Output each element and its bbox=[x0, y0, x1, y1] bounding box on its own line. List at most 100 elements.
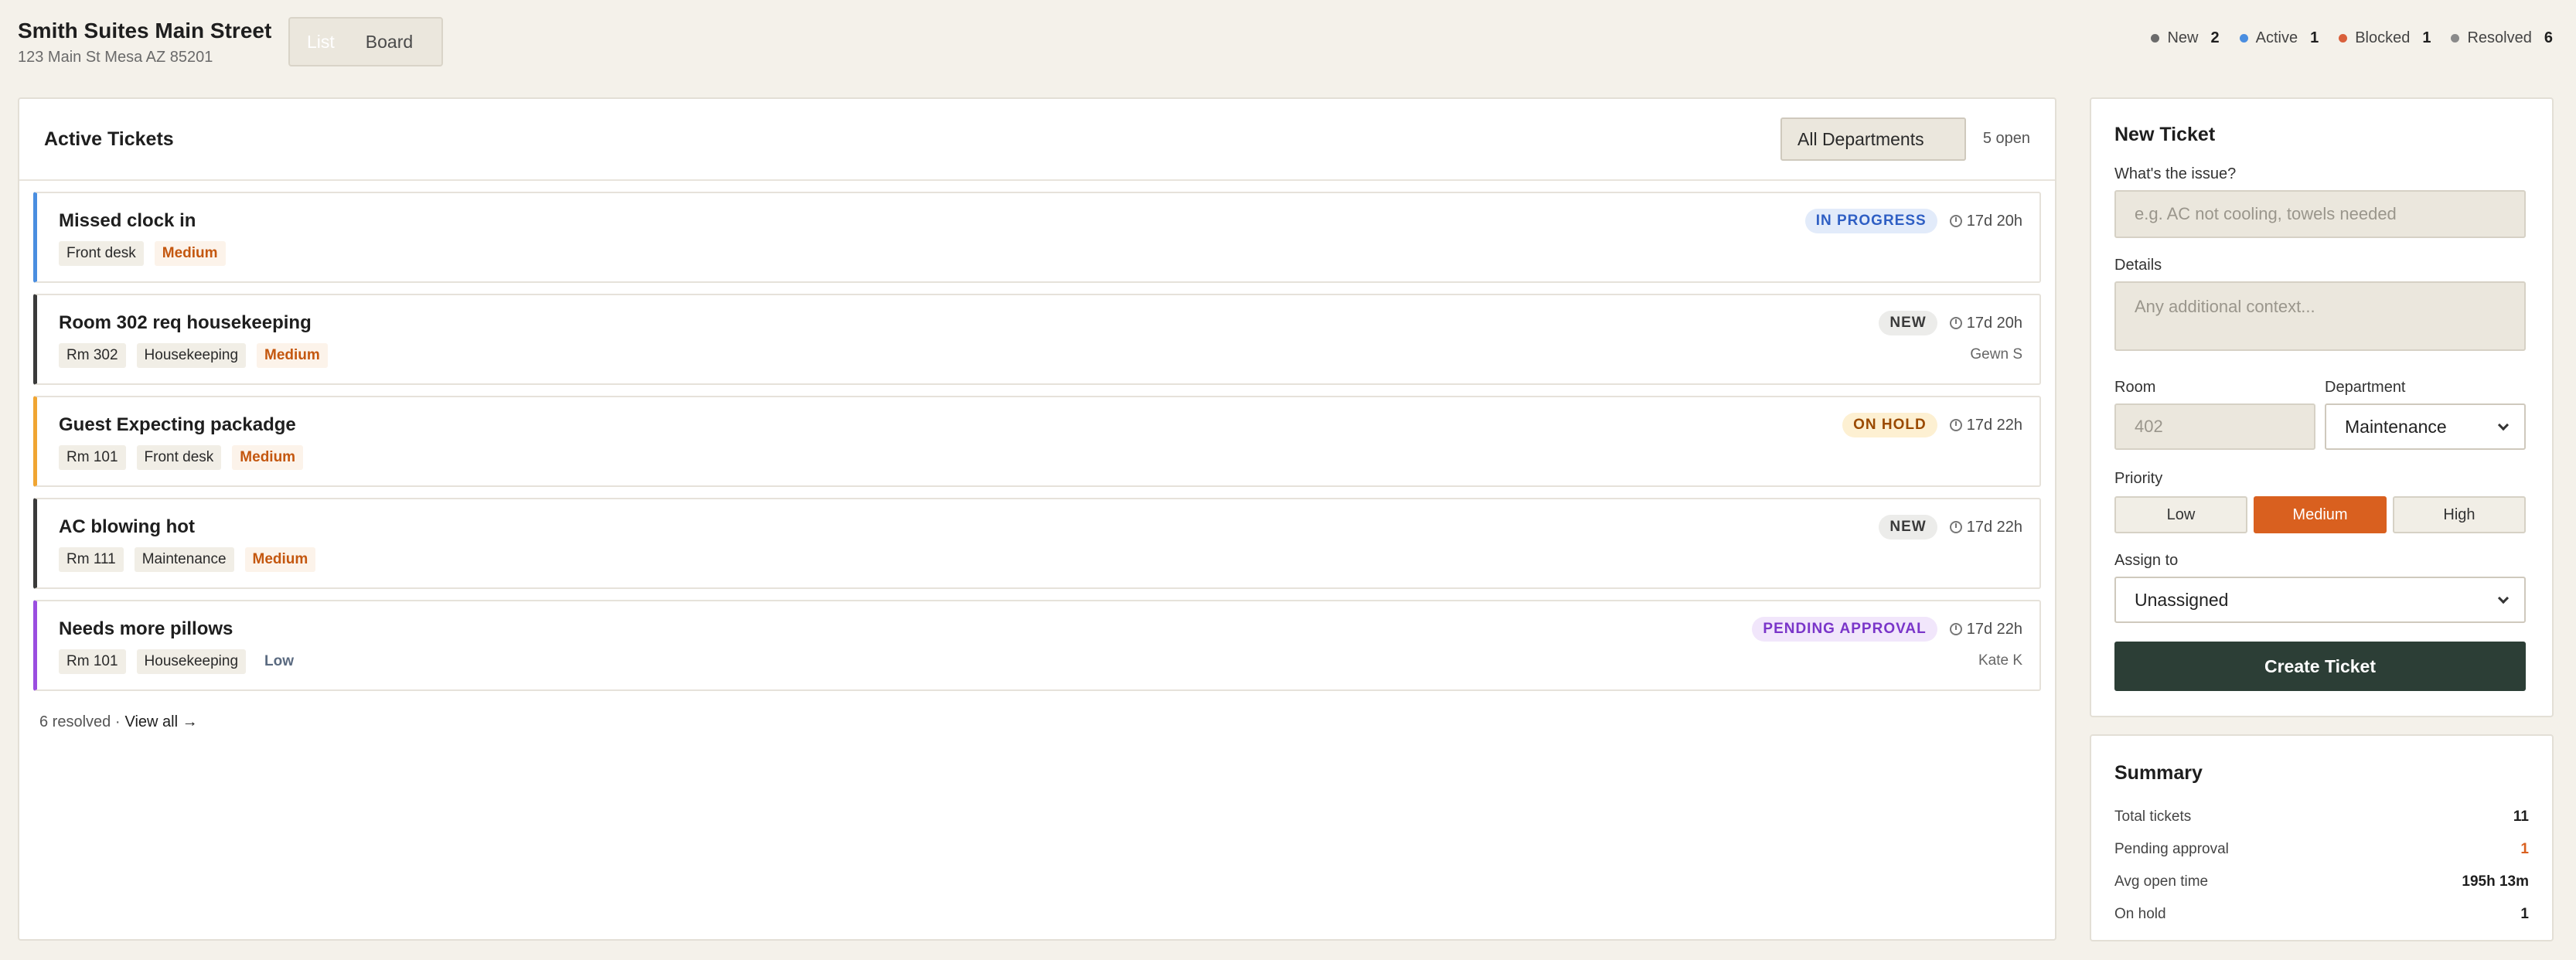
ticket-age-value: 17d 20h bbox=[1966, 314, 2022, 332]
summary-row: Pending approval 1 bbox=[2114, 841, 2529, 858]
legend-count: 1 bbox=[2310, 29, 2319, 46]
ticket-age-value: 17d 22h bbox=[1966, 416, 2022, 434]
summary-row: Avg open time 195h 13m bbox=[2114, 873, 2529, 890]
assignee-value: Unassigned bbox=[2135, 589, 2229, 610]
ticket-title: Guest Expecting packadge bbox=[59, 414, 296, 435]
legend-blocked: Blocked 1 bbox=[2339, 29, 2431, 47]
assign-label: Assign to bbox=[2114, 552, 2179, 569]
panel-header: Active Tickets All Departments 5 open bbox=[19, 99, 2055, 181]
ticket-age-value: 17d 22h bbox=[1966, 620, 2022, 638]
status-badge: IN PROGRESS bbox=[1804, 209, 1937, 233]
legend-count: 6 bbox=[2544, 29, 2553, 46]
ticket-card[interactable]: Room 302 req housekeeping Rm 302 Houseke… bbox=[33, 294, 2041, 385]
create-ticket-button[interactable]: Create Ticket bbox=[2114, 642, 2526, 691]
status-badge: PENDING APPROVAL bbox=[1752, 617, 1937, 642]
details-label: Details bbox=[2114, 257, 2162, 274]
status-dot-icon bbox=[2451, 34, 2460, 43]
panel-title: Active Tickets bbox=[44, 128, 174, 150]
view-list-button[interactable]: List bbox=[307, 32, 335, 53]
legend-count: 1 bbox=[2422, 29, 2431, 46]
ticket-assignee: Kate K bbox=[1978, 652, 2022, 669]
tag-room: Rm 101 bbox=[59, 649, 126, 674]
ticket-age-value: 17d 22h bbox=[1966, 518, 2022, 536]
ticket-meta: ON HOLD 17d 22h bbox=[1842, 413, 2022, 437]
ticket-card[interactable]: Missed clock in Front desk Medium IN PRO… bbox=[33, 192, 2041, 283]
active-tickets-panel: Active Tickets All Departments 5 open Mi… bbox=[18, 97, 2056, 941]
view-board-button[interactable]: Board bbox=[366, 32, 413, 53]
form-title: New Ticket bbox=[2114, 124, 2216, 145]
ticket-meta: NEW 17d 20h bbox=[1879, 311, 2022, 335]
ticket-age: 17d 22h bbox=[1949, 620, 2022, 638]
resolved-count: 6 resolved · bbox=[39, 713, 121, 730]
tag-priority: Medium bbox=[232, 445, 304, 470]
property-name: Smith Suites Main Street bbox=[18, 19, 272, 43]
tag-department: Front desk bbox=[136, 445, 222, 470]
tag-room: Rm 101 bbox=[59, 445, 126, 470]
legend-label: Active bbox=[2255, 29, 2298, 46]
summary-value: 1 bbox=[2520, 841, 2529, 857]
tag-priority: Low bbox=[257, 649, 302, 674]
page-header: Smith Suites Main Street 123 Main St Mes… bbox=[18, 17, 2553, 71]
ticket-card[interactable]: AC blowing hot Rm 111 Maintenance Medium… bbox=[33, 498, 2041, 589]
priority-medium-button[interactable]: Medium bbox=[2254, 496, 2387, 533]
department-label: Department bbox=[2325, 379, 2406, 396]
ticket-age: 17d 20h bbox=[1949, 314, 2022, 332]
ticket-tags: Rm 111 Maintenance Medium bbox=[59, 547, 316, 572]
ticket-card[interactable]: Needs more pillows Rm 101 Housekeeping L… bbox=[33, 600, 2041, 691]
summary-value: 195h 13m bbox=[2462, 873, 2529, 890]
resolved-summary: 6 resolved · View all → bbox=[39, 713, 198, 731]
clock-icon bbox=[1949, 419, 1962, 431]
issue-input[interactable]: e.g. AC not cooling, towels needed bbox=[2114, 190, 2526, 238]
priority-high-button[interactable]: High bbox=[2393, 496, 2526, 533]
tag-room: Rm 111 bbox=[59, 547, 124, 572]
chevron-down-icon bbox=[2497, 592, 2510, 604]
details-textarea[interactable]: Any additional context... bbox=[2114, 281, 2526, 351]
tag-department: Housekeeping bbox=[136, 343, 247, 368]
ticket-tags: Front desk Medium bbox=[59, 241, 226, 266]
ticket-tags: Rm 302 Housekeeping Medium bbox=[59, 343, 328, 368]
ticket-list: Missed clock in Front desk Medium IN PRO… bbox=[33, 192, 2041, 702]
legend-label: Blocked bbox=[2355, 29, 2411, 46]
clock-icon bbox=[1949, 317, 1962, 329]
department-value: Maintenance bbox=[2345, 416, 2447, 437]
ticket-title: Room 302 req housekeeping bbox=[59, 312, 312, 333]
department-filter-select[interactable]: All Departments bbox=[1780, 117, 1966, 161]
ticket-tags: Rm 101 Front desk Medium bbox=[59, 445, 304, 470]
department-select[interactable]: Maintenance bbox=[2325, 403, 2526, 450]
ticket-assignee: Gewn S bbox=[1970, 346, 2022, 363]
summary-value: 11 bbox=[2513, 809, 2529, 825]
ticket-title: Needs more pillows bbox=[59, 618, 233, 639]
legend-resolved: Resolved 6 bbox=[2451, 29, 2553, 47]
ticket-meta: NEW 17d 22h bbox=[1879, 515, 2022, 540]
view-toggle: List Board bbox=[288, 17, 443, 66]
tag-department: Front desk bbox=[59, 241, 144, 266]
summary-row: Total tickets 11 bbox=[2114, 809, 2529, 826]
view-all-link[interactable]: View all → bbox=[125, 713, 198, 730]
ticket-card[interactable]: Guest Expecting packadge Rm 101 Front de… bbox=[33, 396, 2041, 487]
status-badge: NEW bbox=[1879, 515, 1937, 540]
legend-active: Active 1 bbox=[2239, 29, 2319, 47]
chevron-down-icon bbox=[2497, 419, 2510, 431]
ticket-age: 17d 22h bbox=[1949, 518, 2022, 536]
open-count: 5 open bbox=[1982, 130, 2030, 147]
status-badge: ON HOLD bbox=[1842, 413, 1937, 437]
assignee-select[interactable]: Unassigned bbox=[2114, 577, 2526, 623]
ticket-age-value: 17d 20h bbox=[1966, 212, 2022, 230]
summary-label: Avg open time bbox=[2114, 873, 2209, 890]
summary-value: 1 bbox=[2520, 906, 2529, 922]
status-legend: New 2 Active 1 Blocked 1 Resolved 6 bbox=[2151, 29, 2553, 47]
room-input[interactable]: 402 bbox=[2114, 403, 2315, 450]
summary-label: Total tickets bbox=[2114, 809, 2192, 825]
summary-title: Summary bbox=[2114, 762, 2203, 784]
tag-department: Housekeeping bbox=[136, 649, 247, 674]
clock-icon bbox=[1949, 521, 1962, 533]
tag-department: Maintenance bbox=[134, 547, 234, 572]
room-label: Room bbox=[2114, 379, 2156, 396]
property-address: 123 Main St Mesa AZ 85201 bbox=[18, 49, 213, 66]
clock-icon bbox=[1949, 215, 1962, 227]
priority-low-button[interactable]: Low bbox=[2114, 496, 2247, 533]
legend-label: New bbox=[2167, 29, 2199, 46]
tag-room: Rm 302 bbox=[59, 343, 126, 368]
issue-label: What's the issue? bbox=[2114, 165, 2237, 182]
tag-priority: Medium bbox=[154, 241, 226, 266]
